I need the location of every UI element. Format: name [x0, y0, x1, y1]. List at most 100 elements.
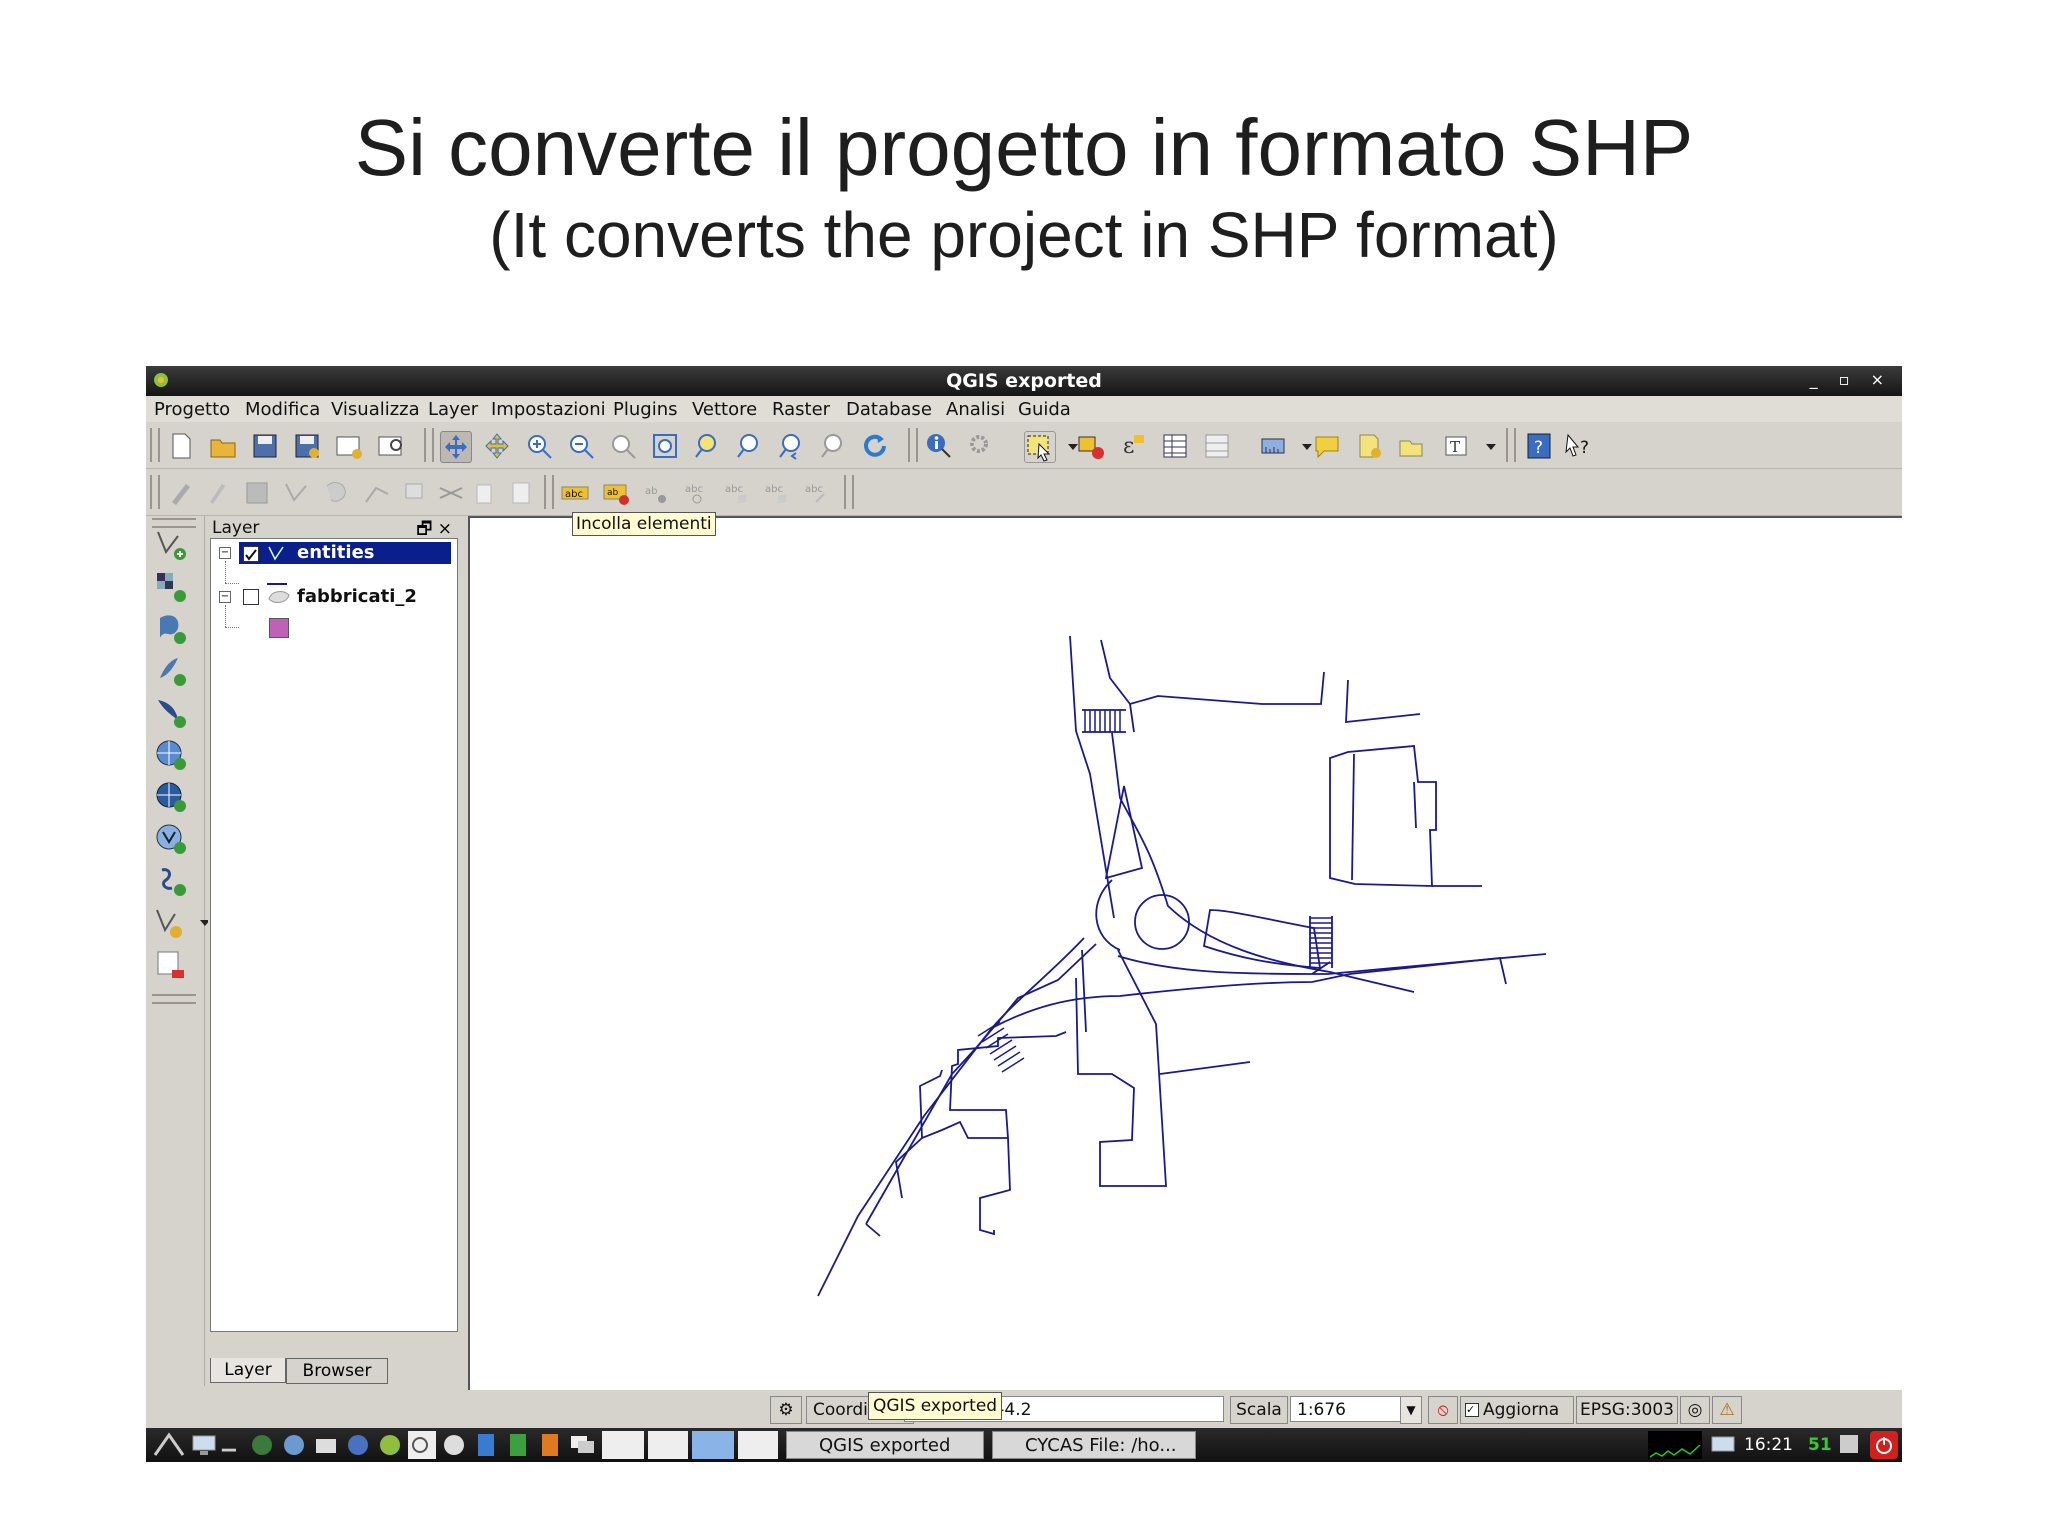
label-change-icon[interactable]: abc: [802, 478, 832, 508]
add-vector-layer-icon[interactable]: [154, 528, 188, 562]
menu-plugins[interactable]: Plugins: [613, 399, 677, 420]
identify-icon[interactable]: [924, 431, 954, 461]
label-move-icon[interactable]: abc: [682, 478, 712, 508]
window-list-icon[interactable]: [568, 1431, 598, 1459]
new-bookmark-icon[interactable]: [1354, 431, 1384, 461]
toolbar-grip[interactable]: [544, 475, 554, 509]
toggle-editing-icon[interactable]: [202, 478, 232, 508]
add-delimited-text-layer-icon[interactable]: [154, 864, 188, 898]
workspace-3[interactable]: [692, 1431, 734, 1459]
whats-this-icon[interactable]: ?: [1564, 431, 1594, 461]
cut-features-icon[interactable]: [436, 478, 466, 508]
map-canvas[interactable]: [468, 516, 1902, 1390]
add-feature-icon[interactable]: [282, 478, 312, 508]
file-manager-icon[interactable]: [312, 1431, 340, 1459]
select-features-icon[interactable]: [1024, 431, 1056, 463]
network-status-icon[interactable]: [1708, 1431, 1738, 1459]
composer-manager-icon[interactable]: [376, 431, 406, 461]
field-calculator-icon[interactable]: [1202, 431, 1232, 461]
save-as-icon[interactable]: [292, 431, 322, 461]
pan-to-selection-icon[interactable]: [482, 431, 512, 461]
label-pin-icon[interactable]: ab: [602, 478, 632, 508]
impress-icon[interactable]: [536, 1431, 564, 1459]
save-project-icon[interactable]: [250, 431, 280, 461]
menu-modifica[interactable]: Modifica: [245, 399, 320, 420]
add-wms-layer-icon[interactable]: [154, 738, 188, 772]
open-project-icon[interactable]: [208, 431, 238, 461]
menu-database[interactable]: Database: [846, 399, 932, 420]
new-shapefile-layer-icon[interactable]: [154, 906, 188, 940]
workspace-1[interactable]: [602, 1431, 644, 1459]
add-raster-layer-icon[interactable]: [154, 570, 188, 604]
current-edits-icon[interactable]: [166, 478, 196, 508]
layer-visibility-checkbox[interactable]: [243, 546, 259, 562]
qgis-browser-icon[interactable]: [408, 1431, 436, 1459]
expand-toggle-icon[interactable]: −: [219, 591, 231, 603]
warning-icon[interactable]: ⚠: [1712, 1396, 1742, 1424]
toolbar-grip[interactable]: [844, 475, 854, 509]
window-titlebar[interactable]: QGIS exported _ ▫ ×: [146, 366, 1902, 396]
zoom-to-layer-icon[interactable]: [734, 431, 764, 461]
crs-status[interactable]: EPSG:3003: [1576, 1396, 1678, 1424]
show-bookmarks-icon[interactable]: [1396, 431, 1426, 461]
save-edits-icon[interactable]: [242, 478, 272, 508]
add-spatialite-layer-icon[interactable]: [154, 654, 188, 688]
help-contents-icon[interactable]: ?: [1524, 431, 1554, 461]
label-rotate-icon[interactable]: abc: [722, 478, 752, 508]
qgis-launcher-icon[interactable]: [376, 1431, 404, 1459]
browser-icon[interactable]: [280, 1431, 308, 1459]
remove-layer-icon[interactable]: [154, 948, 188, 982]
menu-progetto[interactable]: Progetto: [154, 399, 230, 420]
add-wfs-layer-icon[interactable]: [154, 822, 188, 856]
chevron-down-icon[interactable]: [1292, 431, 1312, 461]
zoom-in-icon[interactable]: [524, 431, 554, 461]
terminal-icon[interactable]: [344, 1431, 372, 1459]
pan-icon[interactable]: [440, 431, 472, 463]
toolbar-grip[interactable]: [152, 518, 196, 528]
zoom-next-icon[interactable]: [818, 431, 848, 461]
refresh-icon[interactable]: [860, 431, 890, 461]
zoom-to-selection-icon[interactable]: [692, 431, 722, 461]
projection-icon[interactable]: ◎: [1680, 1396, 1710, 1424]
chevron-down-icon[interactable]: [1058, 431, 1078, 461]
menu-impostazioni[interactable]: Impostazioni: [491, 399, 606, 420]
zoom-actual-size-icon[interactable]: [608, 431, 638, 461]
toolbar-grip[interactable]: [150, 475, 160, 509]
menu-visualizza[interactable]: Visualizza: [331, 399, 420, 420]
add-mssql-layer-icon[interactable]: [154, 696, 188, 730]
toolbar-grip[interactable]: [424, 428, 434, 462]
chevron-down-icon[interactable]: [1476, 431, 1496, 461]
menu-layer[interactable]: Layer: [428, 399, 478, 420]
chevron-down-icon[interactable]: [188, 906, 210, 940]
toolbar-grip[interactable]: [908, 428, 918, 462]
render-toggle[interactable]: ✓ Aggiorna: [1460, 1396, 1574, 1424]
toolbar-grip[interactable]: [1506, 428, 1516, 462]
node-tool-icon[interactable]: [362, 478, 392, 508]
tab-layer[interactable]: Layer: [210, 1358, 286, 1383]
text-annotation-icon[interactable]: T: [1442, 431, 1472, 461]
workspace-4[interactable]: [738, 1431, 778, 1459]
calc-icon[interactable]: [504, 1431, 532, 1459]
user-icon[interactable]: [1834, 1431, 1864, 1459]
toolbar-grip[interactable]: [150, 428, 160, 462]
desktop-icon[interactable]: [190, 1431, 218, 1459]
power-icon[interactable]: [1870, 1431, 1898, 1459]
refresh-app-icon[interactable]: [440, 1431, 468, 1459]
expression-select-icon[interactable]: ε: [1118, 431, 1148, 461]
label-abc-icon[interactable]: abc: [560, 478, 590, 508]
window-controls[interactable]: _ ▫ ×: [1810, 370, 1892, 389]
tab-browser[interactable]: Browser: [286, 1358, 388, 1384]
paste-features-icon[interactable]: [506, 478, 536, 508]
move-feature-icon[interactable]: [322, 478, 352, 508]
menu-analisi[interactable]: Analisi: [946, 399, 1005, 420]
add-wcs-layer-icon[interactable]: [154, 780, 188, 814]
delete-selected-icon[interactable]: [402, 478, 432, 508]
menu-vettore[interactable]: Vettore: [692, 399, 757, 420]
add-postgis-layer-icon[interactable]: [154, 612, 188, 646]
new-project-icon[interactable]: [166, 431, 196, 461]
chevron-down-icon[interactable]: ▼: [1400, 1396, 1422, 1424]
deselect-icon[interactable]: [1076, 431, 1106, 461]
menu-guida[interactable]: Guida: [1018, 399, 1071, 420]
new-composer-icon[interactable]: [334, 431, 364, 461]
layer-visibility-checkbox[interactable]: [243, 589, 259, 605]
